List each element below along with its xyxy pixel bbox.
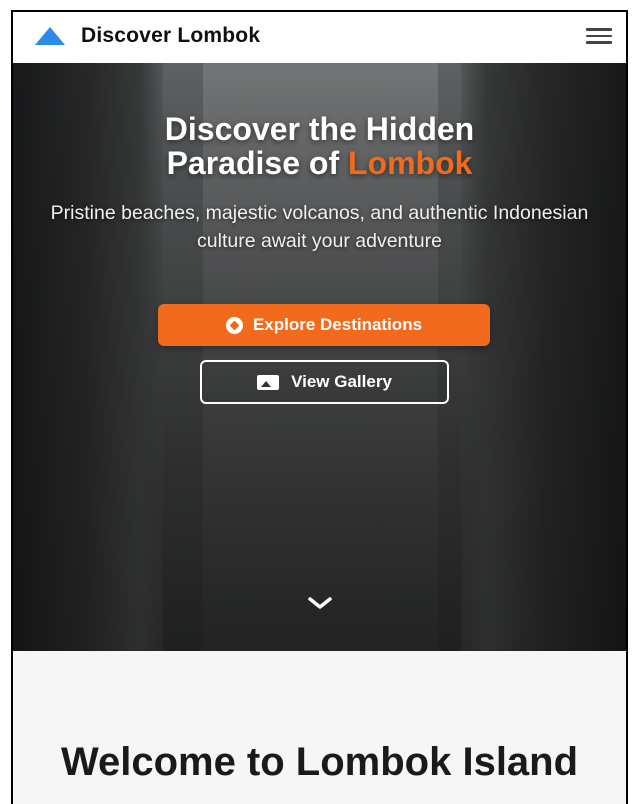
hamburger-menu-icon[interactable] <box>586 24 612 48</box>
mountain-icon <box>35 27 65 45</box>
compass-icon <box>225 316 243 334</box>
explore-destinations-label: Explore Destinations <box>252 315 423 334</box>
view-gallery-label: View Gallery <box>291 372 392 391</box>
hero-title-line1: Discover the Hidden <box>164 111 475 148</box>
brand-title[interactable]: Discover Lombok <box>81 24 260 48</box>
explore-destinations-button[interactable]: Explore Destinations <box>158 304 490 346</box>
page-frame: Discover Lombok Discover the Hidden Para… <box>11 10 628 804</box>
welcome-title: Welcome to Lombok Island <box>60 740 579 785</box>
view-gallery-button[interactable]: View Gallery <box>200 360 449 404</box>
chevron-down-icon[interactable] <box>305 593 335 613</box>
navbar: Discover Lombok <box>13 12 626 63</box>
welcome-section: Welcome to Lombok Island <box>13 651 626 804</box>
hero-title: Discover the Hidden Paradise of Lombok <box>13 112 626 180</box>
image-icon <box>257 374 280 390</box>
hero-title-accent: Lombok <box>347 145 473 182</box>
hero-title-line2-prefix: Paradise of <box>166 145 348 182</box>
hero-section: Discover the Hidden Paradise of Lombok P… <box>13 63 626 651</box>
hero-subtitle: Pristine beaches, majestic volcanos, and… <box>50 201 589 252</box>
